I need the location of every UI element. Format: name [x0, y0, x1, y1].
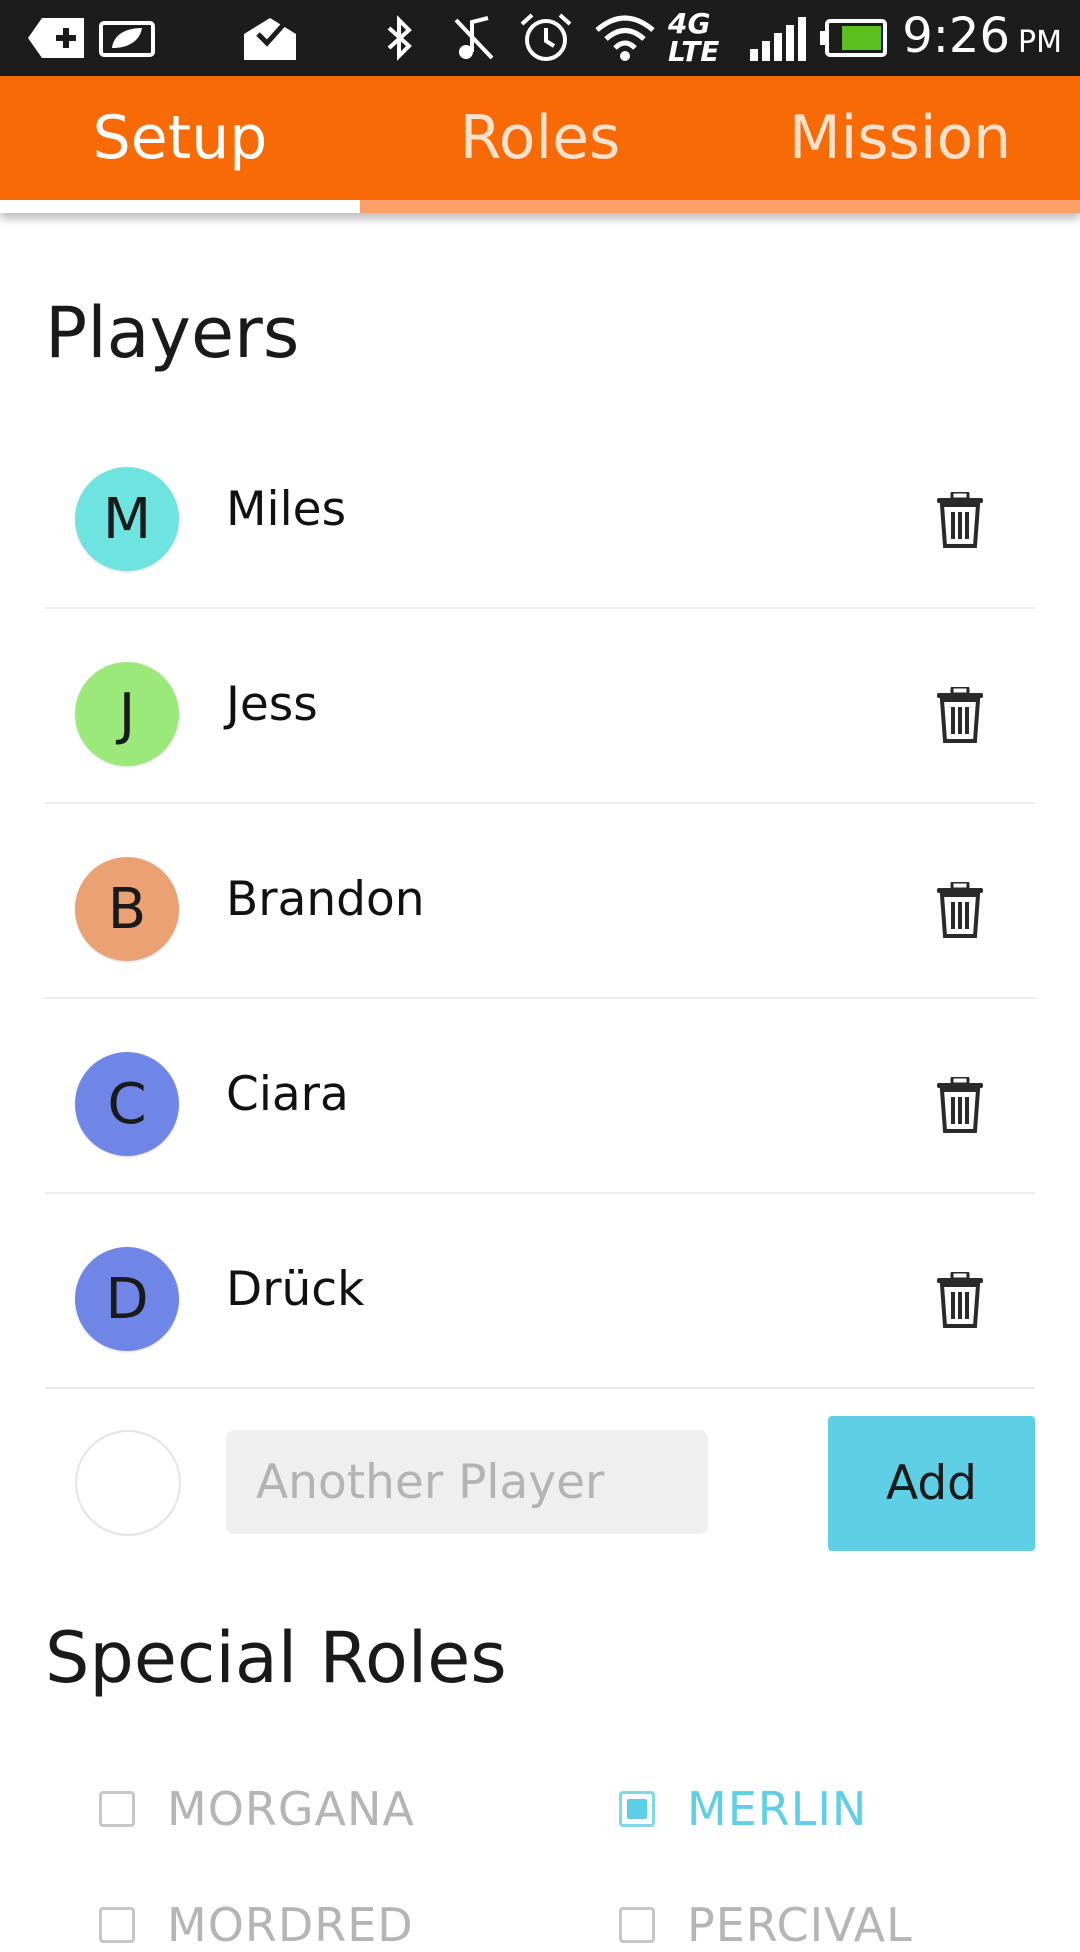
alarm-icon — [518, 13, 574, 62]
role-label: PERCIVAL — [687, 1898, 913, 1952]
trash-icon[interactable] — [935, 880, 985, 938]
network-4g-lte-icon: 4G LTE — [668, 7, 720, 68]
player-avatar: B — [75, 857, 179, 961]
trash-icon[interactable] — [935, 490, 985, 548]
status-bar: 4G LTE 9:26 PM — [0, 0, 1080, 76]
role-merlin[interactable]: MERLIN — [619, 1782, 867, 1836]
wifi-icon — [594, 14, 656, 62]
tab-bar: Setup Roles Mission — [0, 76, 1080, 213]
signal-icon — [748, 14, 808, 62]
tab-setup[interactable]: Setup — [0, 76, 360, 200]
trash-icon[interactable] — [935, 1075, 985, 1133]
player-name: Ciara — [226, 1067, 349, 1122]
morgana-checkbox[interactable] — [99, 1791, 135, 1827]
role-mordred[interactable]: MORDRED — [99, 1898, 414, 1952]
player-row: J Jess — [45, 607, 1035, 804]
player-name: Jess — [226, 677, 318, 732]
tab-mission[interactable]: Mission — [720, 76, 1080, 200]
bluetooth-icon — [382, 14, 418, 62]
mute-icon — [452, 14, 496, 62]
status-clock: 9:26 PM — [902, 8, 1062, 64]
player-name: Drück — [226, 1262, 365, 1317]
players-heading: Players — [45, 292, 300, 374]
player-avatar: J — [75, 662, 179, 766]
role-label: MORDRED — [167, 1898, 414, 1952]
trash-icon[interactable] — [935, 1270, 985, 1328]
special-roles-heading: Special Roles — [45, 1617, 507, 1699]
player-avatar: M — [75, 467, 179, 571]
leaf-card-icon — [98, 14, 156, 62]
add-player-row: Add — [45, 1416, 1035, 1551]
player-row: C Ciara — [45, 997, 1035, 1194]
tab-indicator — [0, 200, 360, 213]
add-icon — [28, 14, 84, 62]
merlin-checkbox[interactable] — [619, 1791, 655, 1827]
battery-icon — [820, 14, 888, 62]
mordred-checkbox[interactable] — [99, 1907, 135, 1943]
role-morgana[interactable]: MORGANA — [99, 1782, 415, 1836]
player-name: Brandon — [226, 872, 425, 927]
player-row: B Brandon — [45, 802, 1035, 999]
new-player-avatar — [75, 1430, 181, 1536]
mail-check-icon — [242, 14, 298, 62]
player-row: M Miles — [45, 412, 1035, 609]
player-avatar: D — [75, 1247, 179, 1351]
player-name: Miles — [226, 482, 347, 537]
role-label: MERLIN — [687, 1782, 868, 1836]
player-avatar: C — [75, 1052, 179, 1156]
new-player-input[interactable] — [226, 1430, 708, 1534]
tab-roles[interactable]: Roles — [360, 76, 720, 200]
role-percival[interactable]: PERCIVAL — [619, 1898, 913, 1952]
add-player-button[interactable]: Add — [828, 1416, 1035, 1551]
percival-checkbox[interactable] — [619, 1907, 655, 1943]
role-label: MORGANA — [167, 1782, 415, 1836]
player-row: D Drück — [45, 1192, 1035, 1389]
trash-icon[interactable] — [935, 685, 985, 743]
